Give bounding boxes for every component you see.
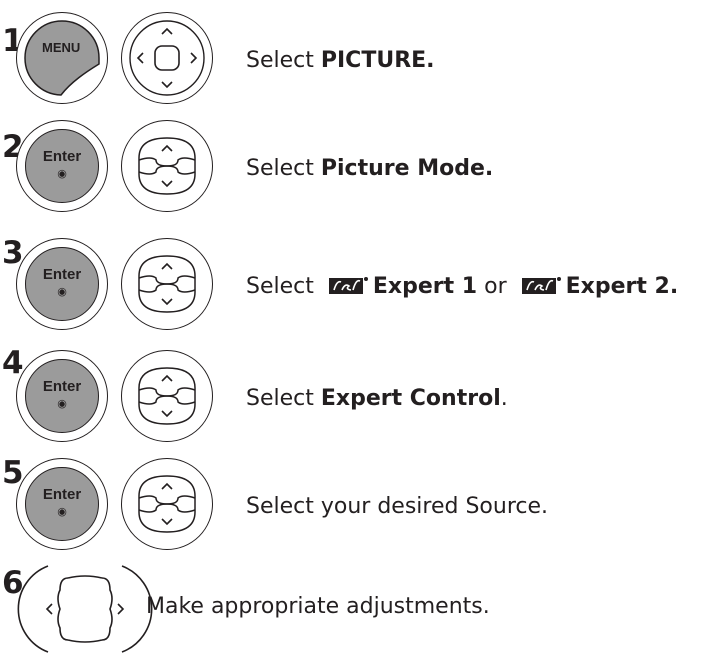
enter-dot-icon: ◉ xyxy=(57,167,67,180)
isf-logo-icon xyxy=(328,277,368,294)
step-1-instruction: Select PICTURE. xyxy=(246,48,435,73)
step-4: 4 Enter ◉ Select Expert Control. xyxy=(0,330,718,442)
menu-button-icon xyxy=(24,20,100,96)
instruction-bold: PICTURE. xyxy=(320,48,435,73)
instruction-text: Select xyxy=(246,156,321,181)
enter-button: Enter ◉ xyxy=(25,247,99,321)
step-5: 5 Enter ◉ Select your desired Source. xyxy=(0,440,718,550)
nav-button-frame xyxy=(121,120,213,212)
instruction-text: Select xyxy=(246,48,321,73)
connector-text: or xyxy=(477,274,514,299)
enter-button: Enter ◉ xyxy=(25,467,99,541)
enter-button: Enter ◉ xyxy=(25,129,99,203)
step-6-instruction: Make appropriate adjustments. xyxy=(146,594,490,619)
enter-button-label: Enter xyxy=(42,266,82,283)
enter-button-label: Enter xyxy=(42,378,82,395)
up-down-nav-icon xyxy=(138,137,196,195)
step-1: 1 MENU Select PICTURE. xyxy=(0,0,718,104)
instruction-bold: Picture Mode. xyxy=(320,156,494,181)
enter-dot-icon: ◉ xyxy=(57,285,67,298)
menu-button-frame: MENU xyxy=(16,12,108,104)
enter-button-label: Enter xyxy=(42,148,82,165)
step-6: 6 Make appropriate adjustments. xyxy=(0,548,718,653)
enter-button-frame: Enter ◉ xyxy=(16,458,108,550)
nav-button-frame xyxy=(121,238,213,330)
step-2: 2 Enter ◉ Select Picture Mode. xyxy=(0,110,718,212)
expert-1-label: Expert 1 xyxy=(372,274,478,299)
up-down-nav-icon xyxy=(138,255,196,313)
nav-button-frame xyxy=(121,458,213,550)
enter-button: Enter ◉ xyxy=(25,359,99,433)
up-down-nav-icon xyxy=(138,475,196,533)
step-5-instruction: Select your desired Source. xyxy=(246,494,548,519)
left-right-nav-icon xyxy=(17,565,153,653)
enter-dot-icon: ◉ xyxy=(57,505,67,518)
instruction-text: Make appropriate adjustments. xyxy=(146,594,490,619)
enter-dot-icon: ◉ xyxy=(57,397,67,410)
instruction-text: Select xyxy=(246,386,321,411)
enter-button-frame: Enter ◉ xyxy=(16,238,108,330)
enter-button-frame: Enter ◉ xyxy=(16,350,108,442)
step-3-instruction: Select Expert 1 or Expert 2. xyxy=(246,274,678,299)
nav-button-frame xyxy=(121,12,213,104)
isf-logo-icon xyxy=(521,277,561,294)
step-4-instruction: Select Expert Control. xyxy=(246,386,508,411)
instruction-bold: Expert Control xyxy=(320,386,501,411)
menu-button-label: MENU xyxy=(42,40,81,55)
up-down-nav-icon xyxy=(138,367,196,425)
instruction-text: Select xyxy=(246,274,321,299)
expert-2-label: Expert 2. xyxy=(565,274,679,299)
instruction-tail: . xyxy=(500,386,508,411)
instruction-text: Select your desired Source. xyxy=(246,494,549,519)
enter-button-label: Enter xyxy=(42,486,82,503)
enter-button-frame: Enter ◉ xyxy=(16,120,108,212)
step-3: 3 Enter ◉ Select Expert 1 or Expert 2. xyxy=(0,218,718,330)
four-way-nav-icon xyxy=(129,20,205,96)
left-right-nav-frame xyxy=(0,548,153,658)
nav-button-frame xyxy=(121,350,213,442)
step-2-instruction: Select Picture Mode. xyxy=(246,156,493,181)
